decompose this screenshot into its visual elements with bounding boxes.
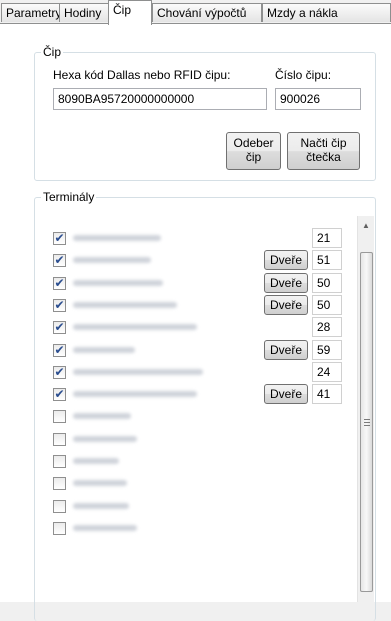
scrollbar-thumb[interactable] <box>360 252 373 592</box>
thumb-grip-line <box>364 422 370 423</box>
terminal-checkbox[interactable] <box>53 477 66 491</box>
terminal-name-redacted <box>73 279 163 286</box>
tab-mzdy-a-naklady[interactable]: Mzdy a nákla <box>262 3 391 22</box>
terminal-checkbox[interactable]: ✔ <box>53 232 66 245</box>
terminal-row: ✔ Dveře 50 <box>53 272 355 293</box>
terminal-checkbox[interactable]: ✔ <box>53 342 66 357</box>
terminal-row <box>53 406 355 426</box>
checkmark-icon: ✔ <box>54 387 65 402</box>
terminal-number: 59 <box>312 339 342 360</box>
terminal-number: 28 <box>312 317 342 338</box>
terminal-name-redacted <box>73 346 135 353</box>
terminal-row <box>53 429 355 449</box>
terminal-name-redacted <box>73 324 197 331</box>
terminal-checkbox[interactable]: ✔ <box>53 253 66 268</box>
terminal-name-redacted <box>73 524 137 531</box>
tab-strip: Parametry Hodiny Čip Chování výpočtů Mzd… <box>0 0 391 25</box>
terminal-number: 41 <box>312 384 342 405</box>
terminal-row: ✔ 21 <box>53 228 355 248</box>
terminal-name-redacted <box>73 435 137 442</box>
terminal-number: 50 <box>312 294 342 315</box>
read-chip-button-line2: čtečka <box>306 150 341 164</box>
terminal-checkbox[interactable] <box>53 410 66 424</box>
door-button[interactable]: Dveře <box>264 250 308 271</box>
remove-chip-button-line2: čip <box>245 150 262 164</box>
terminal-row: ✔ Dveře 51 <box>53 250 355 271</box>
chip-group-legend: Čip <box>43 45 62 59</box>
tab-chovani-vypoctu[interactable]: Chování výpočtů <box>152 3 262 22</box>
terminal-number: 24 <box>312 361 342 382</box>
terminal-name-redacted <box>73 368 203 375</box>
hex-code-label: Hexa kód Dallas nebo RFID čipu: <box>53 68 231 82</box>
terminal-name-redacted <box>73 413 131 420</box>
terminal-name-redacted <box>73 391 197 398</box>
terminal-row: ✔ Dveře 50 <box>53 294 355 315</box>
checkmark-icon: ✔ <box>54 253 65 268</box>
terminal-checkbox[interactable]: ✔ <box>53 297 66 312</box>
terminal-row: ✔ Dveře 59 <box>53 339 355 360</box>
checkmark-icon: ✔ <box>54 320 65 335</box>
checkmark-icon: ✔ <box>54 231 65 245</box>
checkmark-icon: ✔ <box>54 297 65 312</box>
thumb-grip-line <box>364 425 370 426</box>
terminal-checkbox[interactable] <box>53 499 66 513</box>
terminal-row <box>53 473 355 493</box>
door-button[interactable]: Dveře <box>264 339 308 360</box>
terminals-group-legend: Terminály <box>43 190 95 204</box>
terminal-row <box>53 451 355 471</box>
terminal-checkbox[interactable] <box>53 455 66 468</box>
remove-chip-button-line1: Odeber <box>233 136 274 150</box>
terminal-name-redacted <box>73 502 129 509</box>
checkmark-icon: ✔ <box>54 364 65 379</box>
terminal-name-redacted <box>73 480 127 487</box>
terminal-name-redacted <box>73 257 151 264</box>
terminal-row <box>53 496 355 516</box>
chip-number-label: Číslo čipu: <box>275 68 332 82</box>
terminal-checkbox[interactable]: ✔ <box>53 387 66 402</box>
remove-chip-button[interactable]: Odeber čip <box>226 132 281 170</box>
terminal-row <box>53 518 355 538</box>
terminal-name-redacted <box>73 458 119 464</box>
terminal-name-redacted <box>73 235 161 241</box>
terminal-row: ✔ Dveře 41 <box>53 384 355 405</box>
terminal-checkbox[interactable] <box>53 432 66 446</box>
terminal-name-redacted <box>73 301 177 308</box>
terminal-checkbox[interactable]: ✔ <box>53 275 66 290</box>
read-chip-button-line1: Načti čip <box>300 136 347 150</box>
terminal-number: 51 <box>312 250 342 271</box>
terminal-checkbox[interactable] <box>53 521 66 535</box>
terminal-list-scrollbar[interactable]: ▲ <box>357 216 374 602</box>
scroll-up-arrow-icon[interactable]: ▲ <box>358 218 374 234</box>
tab-parametry[interactable]: Parametry <box>1 3 60 22</box>
terminal-checkbox[interactable]: ✔ <box>53 364 66 379</box>
door-button[interactable]: Dveře <box>264 294 308 315</box>
hex-code-field[interactable]: 8090BA95720000000000 <box>53 88 267 110</box>
terminal-row: ✔ 24 <box>53 361 355 382</box>
checkmark-icon: ✔ <box>54 275 65 290</box>
chip-number-field[interactable]: 900026 <box>275 88 361 110</box>
tab-hodiny[interactable]: Hodiny <box>59 3 109 22</box>
door-button[interactable]: Dveře <box>264 384 308 405</box>
door-button[interactable]: Dveře <box>264 272 308 293</box>
thumb-grip-line <box>364 419 370 420</box>
terminal-number: 50 <box>312 272 342 293</box>
tab-cip[interactable]: Čip <box>108 0 152 25</box>
terminal-row: ✔ 28 <box>53 317 355 338</box>
terminal-checkbox[interactable]: ✔ <box>53 320 66 335</box>
checkmark-icon: ✔ <box>54 342 65 357</box>
terminal-number: 21 <box>312 228 342 248</box>
read-chip-button[interactable]: Načti čip čtečka <box>287 132 360 170</box>
